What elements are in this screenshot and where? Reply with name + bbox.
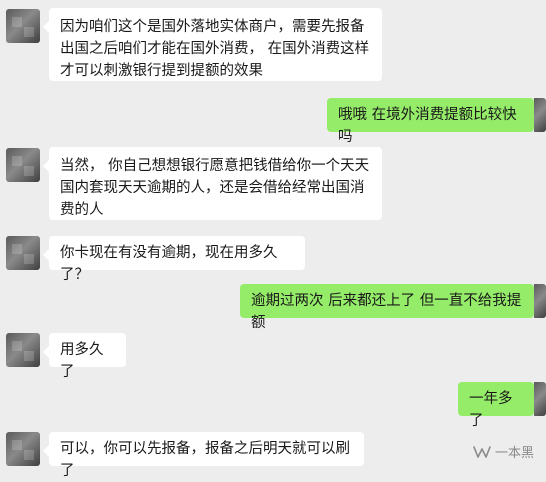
message-bubble-incoming[interactable]: 你卡现在有没有逾期，现在用多久了？: [43, 236, 305, 283]
contact-avatar[interactable]: [6, 236, 40, 270]
contact-avatar[interactable]: [6, 432, 40, 466]
message-text: 哦哦 在境外消费提额比较快吗: [338, 107, 517, 145]
message-text: 用多久了: [60, 342, 104, 380]
contact-avatar[interactable]: [6, 148, 40, 182]
message-text: 一年多了: [469, 391, 513, 429]
my-avatar[interactable]: [534, 284, 546, 318]
message-bubble-outgoing[interactable]: 哦哦 在境外消费提额比较快吗: [327, 98, 540, 145]
message-text: 你卡现在有没有逾期，现在用多久了？: [60, 245, 278, 283]
message-bubble-outgoing[interactable]: 一年多了: [458, 382, 540, 429]
wechat-channel-icon: [473, 445, 491, 459]
message-text: 当然， 你自己想想银行愿意把钱借给你一个天天国内套现天天逾期的人，还是会借给经常…: [60, 158, 370, 218]
message-bubble-incoming[interactable]: 用多久了: [43, 333, 126, 380]
message-text: 逾期过两次 后来都还上了 但一直不给我提额: [251, 293, 522, 331]
my-avatar[interactable]: [534, 98, 546, 132]
message-text: 因为咱们这个是国外落地实体商户，需要先报备出国之后咱们才能在国外消费， 在国外消…: [60, 19, 370, 79]
contact-avatar[interactable]: [6, 9, 40, 43]
my-avatar[interactable]: [534, 382, 546, 416]
message-text: 可以，你可以先报备，报备之后明天就可以刷了: [60, 441, 350, 479]
chat-area: 因为咱们这个是国外落地实体商户，需要先报备出国之后咱们才能在国外消费， 在国外消…: [0, 0, 546, 479]
watermark-text: 一本黑: [494, 446, 534, 461]
contact-avatar[interactable]: [6, 333, 40, 367]
message-bubble-incoming[interactable]: 可以，你可以先报备，报备之后明天就可以刷了: [43, 432, 364, 479]
message-bubble-outgoing[interactable]: 逾期过两次 后来都还上了 但一直不给我提额: [240, 284, 540, 331]
message-bubble-incoming[interactable]: 因为咱们这个是国外落地实体商户，需要先报备出国之后咱们才能在国外消费， 在国外消…: [43, 8, 382, 81]
watermark: 一本黑: [473, 442, 534, 461]
message-bubble-incoming[interactable]: 当然， 你自己想想银行愿意把钱借给你一个天天国内套现天天逾期的人，还是会借给经常…: [43, 147, 382, 220]
